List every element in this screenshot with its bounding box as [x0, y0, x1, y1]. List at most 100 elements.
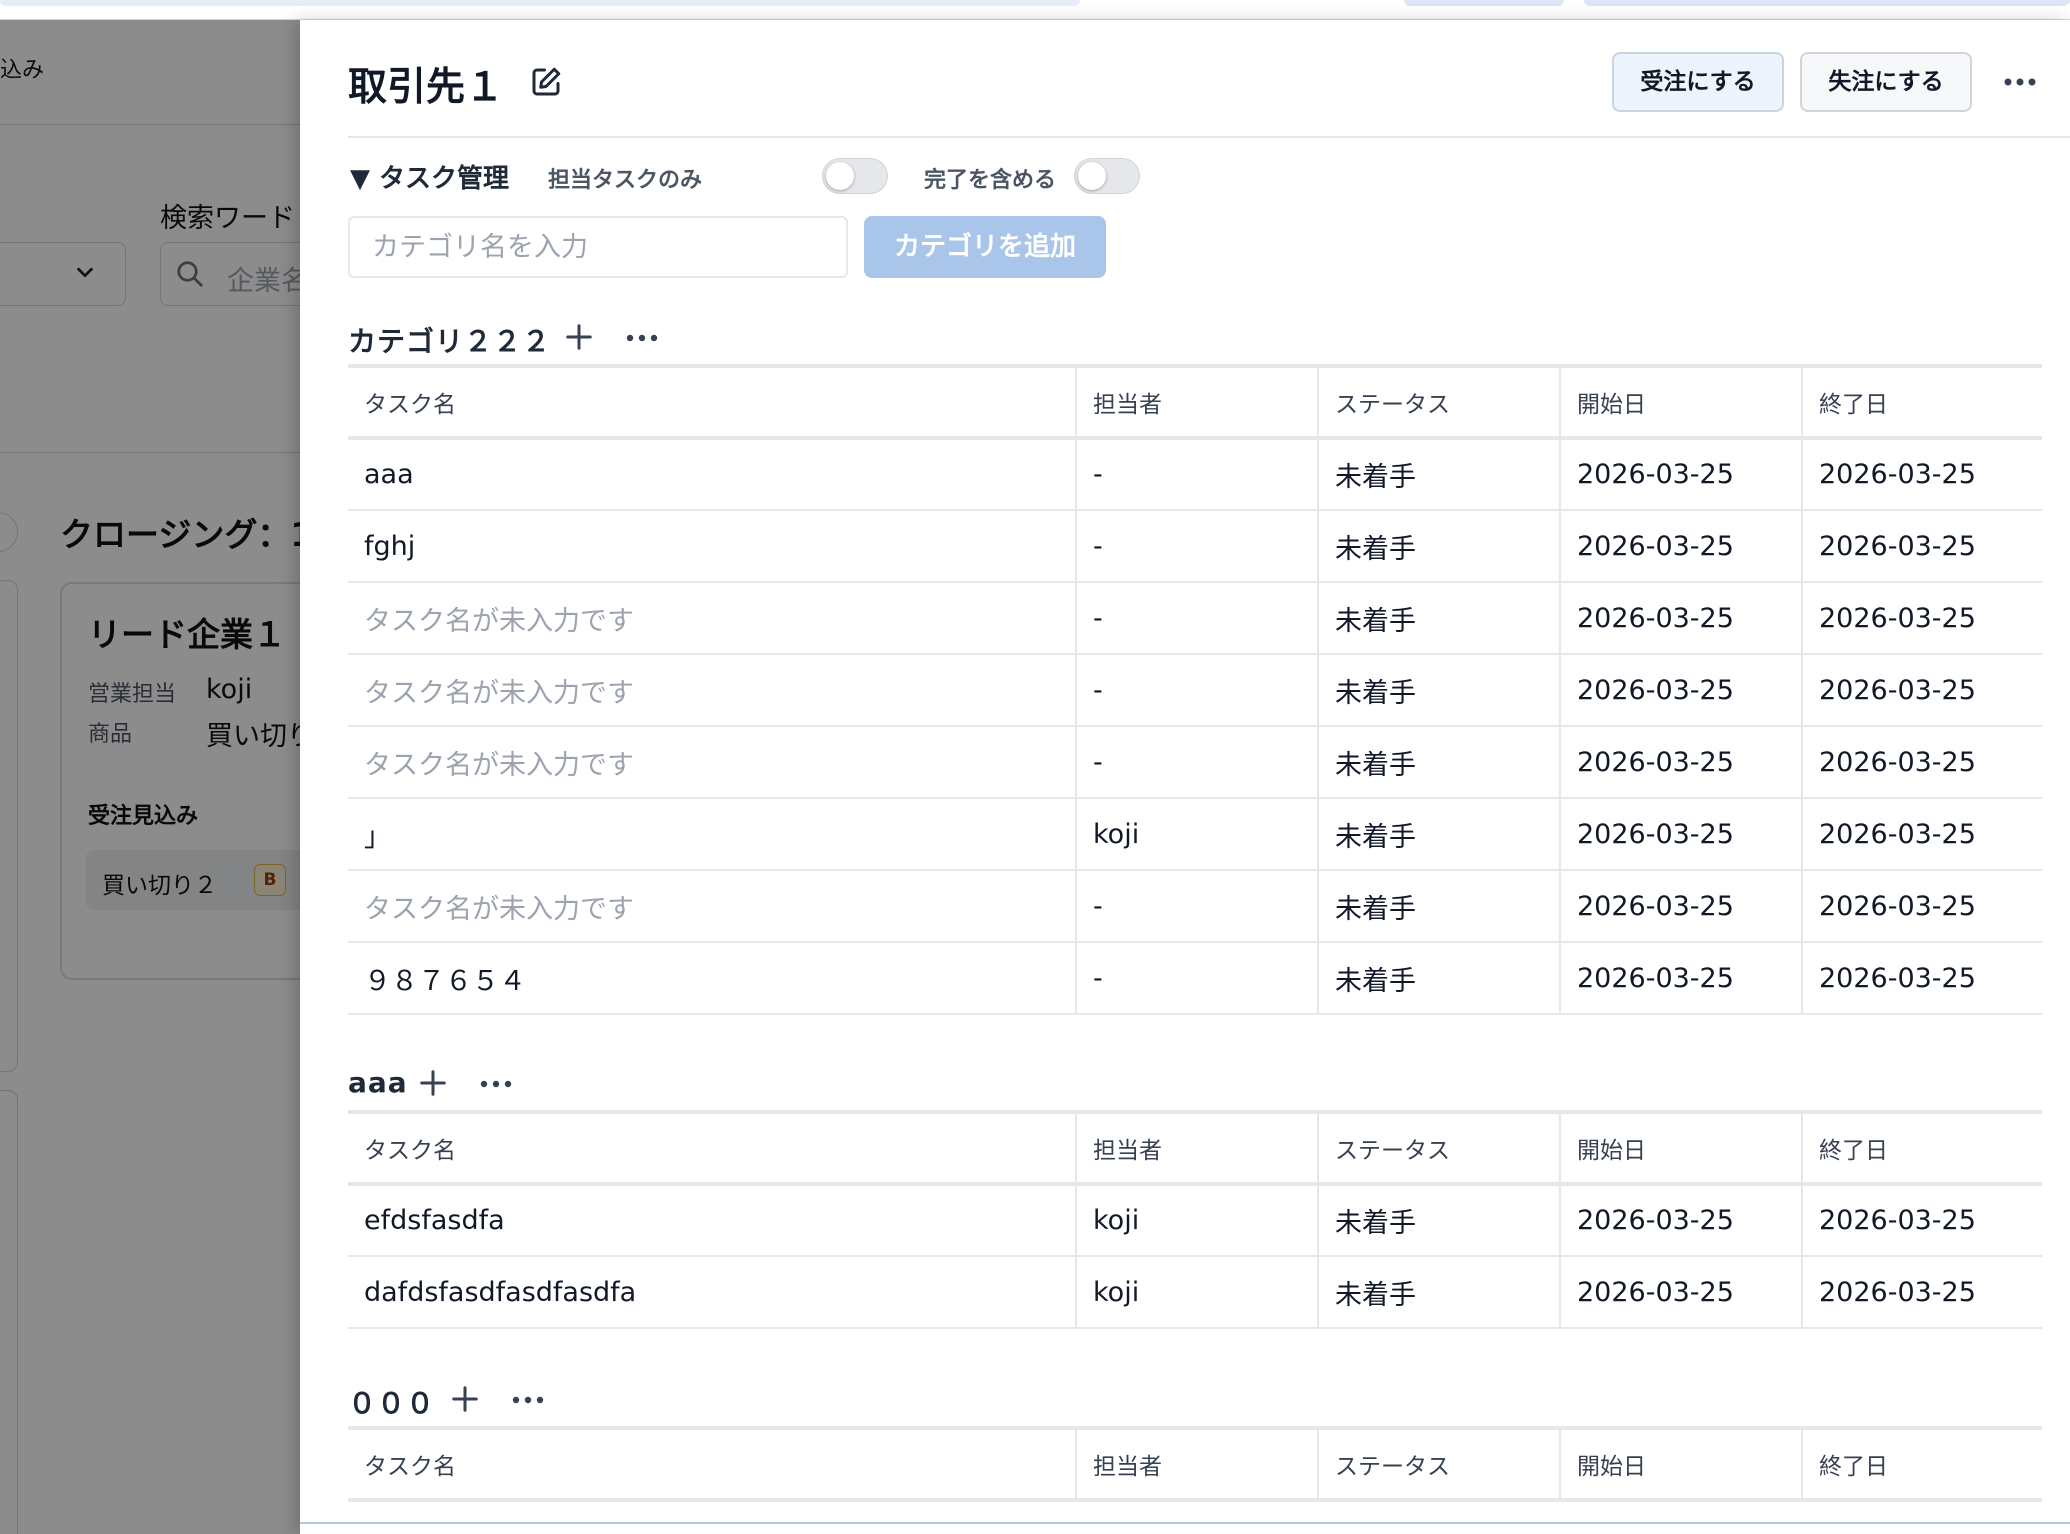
- task-name-cell[interactable]: 」: [348, 798, 1076, 870]
- start-date-cell[interactable]: 2026-03-25: [1559, 438, 1802, 510]
- category-name-input[interactable]: [348, 216, 848, 278]
- status-cell[interactable]: 未着手: [1317, 942, 1560, 1014]
- top-pill-button-wide[interactable]: [1584, 0, 2070, 6]
- assignee-cell[interactable]: -: [1075, 726, 1318, 798]
- more-horizontal-icon[interactable]: [510, 1394, 546, 1406]
- task-row[interactable]: ９８７６５４- 未着手 2026-03-25 2026-03-25: [348, 942, 2042, 1014]
- task-name-header[interactable]: タスク名: [348, 366, 1076, 438]
- task-row[interactable]: タスク名が未入力です - 未着手 2026-03-25 2026-03-25: [348, 582, 2042, 654]
- mark-won-button[interactable]: 受注にする: [1612, 52, 1784, 112]
- start-date-header[interactable]: 開始日: [1559, 1428, 1802, 1500]
- task-section-title[interactable]: ▼ タスク管理: [350, 158, 509, 195]
- start-date-cell[interactable]: 2026-03-25: [1559, 942, 1802, 1014]
- status-cell[interactable]: 未着手: [1317, 870, 1560, 942]
- start-date-cell[interactable]: 2026-03-25: [1559, 582, 1802, 654]
- end-date-header[interactable]: 終了日: [1801, 1112, 2042, 1184]
- task-row[interactable]: fghj - 未着手 2026-03-25 2026-03-25: [348, 510, 2042, 582]
- assignee-cell[interactable]: -: [1075, 870, 1318, 942]
- top-pill-button[interactable]: [1404, 0, 1564, 6]
- end-date-cell[interactable]: 2026-03-25: [1801, 870, 2042, 942]
- status-cell[interactable]: 未着手: [1317, 654, 1560, 726]
- plus-icon[interactable]: [564, 322, 594, 352]
- more-horizontal-icon[interactable]: [2000, 64, 2040, 100]
- end-date-header[interactable]: 終了日: [1801, 366, 2042, 438]
- assignee-cell[interactable]: -: [1075, 438, 1318, 510]
- assignee-cell[interactable]: koji: [1075, 1184, 1318, 1256]
- end-date-cell[interactable]: 2026-03-25: [1801, 1184, 2042, 1256]
- task-row[interactable]: タスク名が未入力です - 未着手 2026-03-25 2026-03-25: [348, 654, 2042, 726]
- task-table: タスク名 担当者 ステータス 開始日 終了日 efdsfasdfa koji 未着手 2026-…: [348, 1110, 2042, 1329]
- task-name-cell[interactable]: aaa: [348, 438, 1076, 510]
- task-name-header[interactable]: タスク名: [348, 1428, 1076, 1500]
- status-cell[interactable]: 未着手: [1317, 510, 1560, 582]
- top-search-bar[interactable]: [0, 0, 1080, 6]
- add-category-button[interactable]: カテゴリを追加: [864, 216, 1106, 278]
- include-done-toggle[interactable]: [1074, 158, 1140, 194]
- start-date-header[interactable]: 開始日: [1559, 366, 1802, 438]
- more-horizontal-icon[interactable]: [624, 332, 660, 344]
- status-header[interactable]: ステータス: [1317, 366, 1560, 438]
- end-date-cell[interactable]: 2026-03-25: [1801, 726, 2042, 798]
- more-horizontal-icon[interactable]: [478, 1078, 514, 1090]
- status-cell[interactable]: 未着手: [1317, 582, 1560, 654]
- status-cell[interactable]: 未着手: [1317, 1256, 1560, 1328]
- plus-icon[interactable]: [418, 1068, 448, 1098]
- task-name-cell[interactable]: タスク名が未入力です: [348, 654, 1076, 726]
- plus-icon[interactable]: [450, 1384, 480, 1414]
- modal-overlay[interactable]: [0, 20, 300, 1534]
- end-date-cell[interactable]: 2026-03-25: [1801, 798, 2042, 870]
- start-date-cell[interactable]: 2026-03-25: [1559, 510, 1802, 582]
- assignee-cell[interactable]: -: [1075, 942, 1318, 1014]
- task-name-header[interactable]: タスク名: [348, 1112, 1076, 1184]
- mark-lost-button[interactable]: 失注にする: [1800, 52, 1972, 112]
- start-date-header[interactable]: 開始日: [1559, 1112, 1802, 1184]
- start-date-cell[interactable]: 2026-03-25: [1559, 726, 1802, 798]
- task-name-cell[interactable]: dafdsfasdfasdfasdfa: [348, 1256, 1076, 1328]
- category-name: aaa: [348, 1066, 408, 1099]
- task-row[interactable]: タスク名が未入力です - 未着手 2026-03-25 2026-03-25: [348, 870, 2042, 942]
- task-row[interactable]: aaa - 未着手 2026-03-25 2026-03-25: [348, 438, 2042, 510]
- end-date-cell[interactable]: 2026-03-25: [1801, 1256, 2042, 1328]
- task-row[interactable]: dafdsfasdfasdfasdfa koji 未着手 2026-03-25 2026…: [348, 1256, 2042, 1328]
- status-cell[interactable]: 未着手: [1317, 726, 1560, 798]
- status-cell[interactable]: 未着手: [1317, 798, 1560, 870]
- assignee-header[interactable]: 担当者: [1075, 1428, 1318, 1500]
- task-name-cell[interactable]: fghj: [348, 510, 1076, 582]
- start-date-cell[interactable]: 2026-03-25: [1559, 654, 1802, 726]
- status-cell[interactable]: 未着手: [1317, 438, 1560, 510]
- assignee-cell[interactable]: -: [1075, 510, 1318, 582]
- end-date-cell[interactable]: 2026-03-25: [1801, 510, 2042, 582]
- task-name-cell[interactable]: タスク名が未入力です: [348, 726, 1076, 798]
- end-date-cell[interactable]: 2026-03-25: [1801, 942, 2042, 1014]
- start-date-cell[interactable]: 2026-03-25: [1559, 1256, 1802, 1328]
- top-bar: [0, 0, 2070, 20]
- start-date-cell[interactable]: 2026-03-25: [1559, 1184, 1802, 1256]
- category-header: aaa: [348, 1056, 2042, 1110]
- task-table: タスク名 担当者 ステータス 開始日 終了日 aaa - 未着手 2026-03-25 2026-…: [348, 364, 2042, 1015]
- assignee-cell[interactable]: -: [1075, 654, 1318, 726]
- task-name-cell[interactable]: タスク名が未入力です: [348, 582, 1076, 654]
- end-date-cell[interactable]: 2026-03-25: [1801, 582, 2042, 654]
- task-row[interactable]: efdsfasdfa koji 未着手 2026-03-25 2026-03-25: [348, 1184, 2042, 1256]
- assignee-header[interactable]: 担当者: [1075, 1112, 1318, 1184]
- task-row[interactable]: タスク名が未入力です - 未着手 2026-03-25 2026-03-25: [348, 726, 2042, 798]
- end-date-cell[interactable]: 2026-03-25: [1801, 654, 2042, 726]
- assignee-header[interactable]: 担当者: [1075, 366, 1318, 438]
- task-name-cell[interactable]: ９８７６５４: [348, 942, 1076, 1014]
- task-name-cell[interactable]: タスク名が未入力です: [348, 870, 1076, 942]
- assignee-cell[interactable]: -: [1075, 582, 1318, 654]
- start-date-cell[interactable]: 2026-03-25: [1559, 870, 1802, 942]
- end-date-header[interactable]: 終了日: [1801, 1428, 2042, 1500]
- assignee-cell[interactable]: koji: [1075, 798, 1318, 870]
- status-cell[interactable]: 未着手: [1317, 1184, 1560, 1256]
- end-date-cell[interactable]: 2026-03-25: [1801, 438, 2042, 510]
- task-name-cell[interactable]: efdsfasdfa: [348, 1184, 1076, 1256]
- pencil-square-icon[interactable]: [528, 64, 564, 100]
- status-header[interactable]: ステータス: [1317, 1112, 1560, 1184]
- assignee-cell[interactable]: koji: [1075, 1256, 1318, 1328]
- category-header: ０００: [348, 1372, 2042, 1426]
- task-row[interactable]: 」 koji 未着手 2026-03-25 2026-03-25: [348, 798, 2042, 870]
- status-header[interactable]: ステータス: [1317, 1428, 1560, 1500]
- start-date-cell[interactable]: 2026-03-25: [1559, 798, 1802, 870]
- my-tasks-toggle[interactable]: [822, 158, 888, 194]
